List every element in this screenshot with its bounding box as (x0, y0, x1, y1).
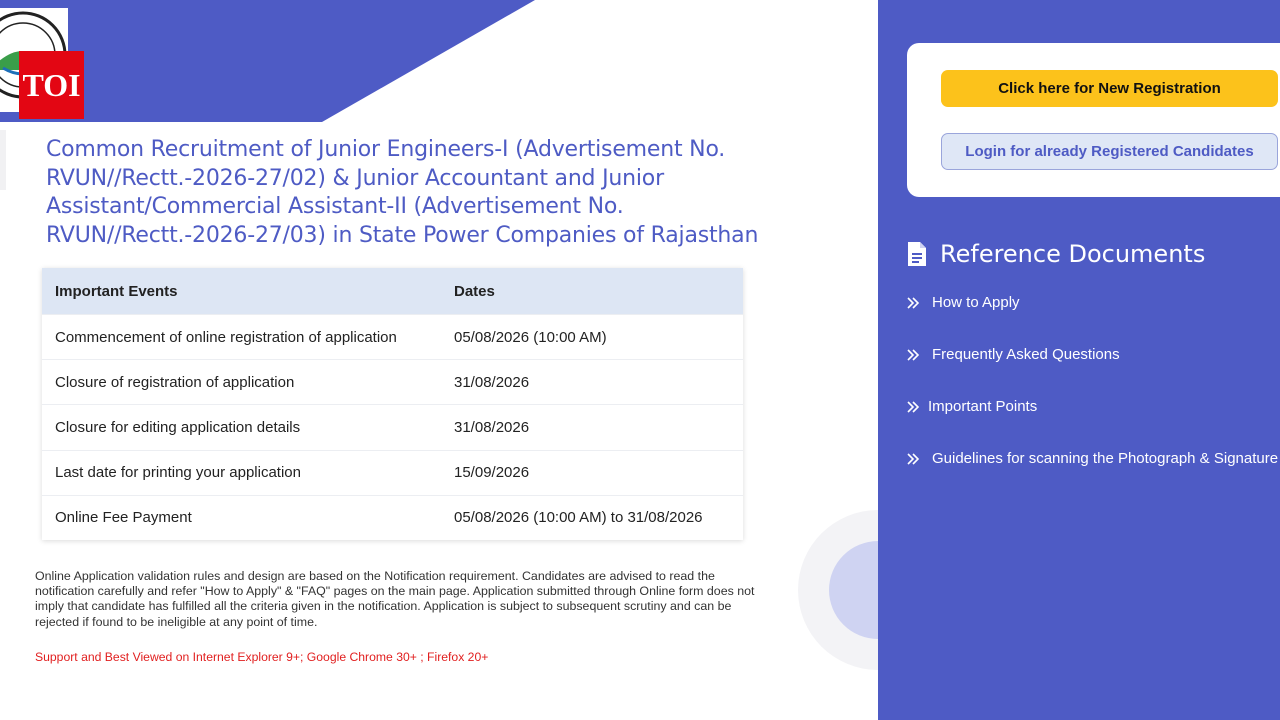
right-sidebar: Click here for New Registration Login fo… (878, 0, 1280, 720)
double-chevron-right-icon (907, 296, 920, 309)
important-events-table: Important Events Dates Commencement of o… (42, 268, 743, 540)
double-chevron-right-icon (907, 452, 920, 465)
reference-link-how-to-apply[interactable]: How to Apply (906, 294, 1020, 311)
table-header: Important Events Dates (42, 268, 743, 314)
reference-documents-heading: Reference Documents (906, 240, 1205, 268)
event-date: 05/08/2026 (10:00 AM) (454, 328, 607, 346)
table-row: Online Fee Payment 05/08/2026 (10:00 AM)… (42, 494, 743, 540)
reference-link-label: Frequently Asked Questions (932, 346, 1120, 363)
event-date: 05/08/2026 (10:00 AM) to 31/08/2026 (454, 509, 703, 527)
left-edge-strip (0, 130, 6, 190)
reference-link-label: Important Points (928, 398, 1038, 415)
reference-heading-text: Reference Documents (940, 240, 1206, 268)
browser-support-note: Support and Best Viewed on Internet Expl… (35, 650, 489, 664)
registration-card: Click here for New Registration Login fo… (907, 43, 1280, 197)
event-name: Closure for editing application details (55, 418, 301, 436)
document-icon (908, 242, 926, 266)
reference-link-label: Guidelines for scanning the Photograph &… (932, 450, 1279, 467)
header-events: Important Events (55, 282, 178, 300)
event-name: Closure of registration of application (55, 373, 295, 391)
table-row: Closure for editing application details … (42, 404, 743, 449)
table-row: Closure of registration of application 3… (42, 359, 743, 404)
reference-link-faq[interactable]: Frequently Asked Questions (906, 346, 1120, 363)
header-banner (0, 0, 878, 122)
toi-badge: TOI (19, 51, 84, 119)
table-row: Commencement of online registration of a… (42, 314, 743, 359)
event-date: 15/09/2026 (454, 464, 530, 482)
event-date: 31/08/2026 (454, 373, 530, 391)
header-dates: Dates (454, 282, 495, 300)
login-button[interactable]: Login for already Registered Candidates (941, 133, 1278, 170)
event-date: 31/08/2026 (454, 418, 530, 436)
double-chevron-right-icon (907, 400, 920, 413)
new-registration-button[interactable]: Click here for New Registration (941, 70, 1278, 107)
double-chevron-right-icon (907, 348, 920, 361)
reference-link-guidelines[interactable]: Guidelines for scanning the Photograph &… (906, 450, 1278, 467)
event-name: Last date for printing your application (55, 464, 301, 482)
application-note: Online Application validation rules and … (35, 569, 755, 629)
reference-link-important-points[interactable]: Important Points (906, 398, 1037, 415)
page-title: Common Recruitment of Junior Engineers-I… (46, 137, 759, 248)
event-name: Commencement of online registration of a… (55, 328, 397, 346)
reference-link-label: How to Apply (932, 294, 1020, 311)
event-name: Online Fee Payment (55, 509, 192, 527)
table-row: Last date for printing your application … (42, 449, 743, 495)
